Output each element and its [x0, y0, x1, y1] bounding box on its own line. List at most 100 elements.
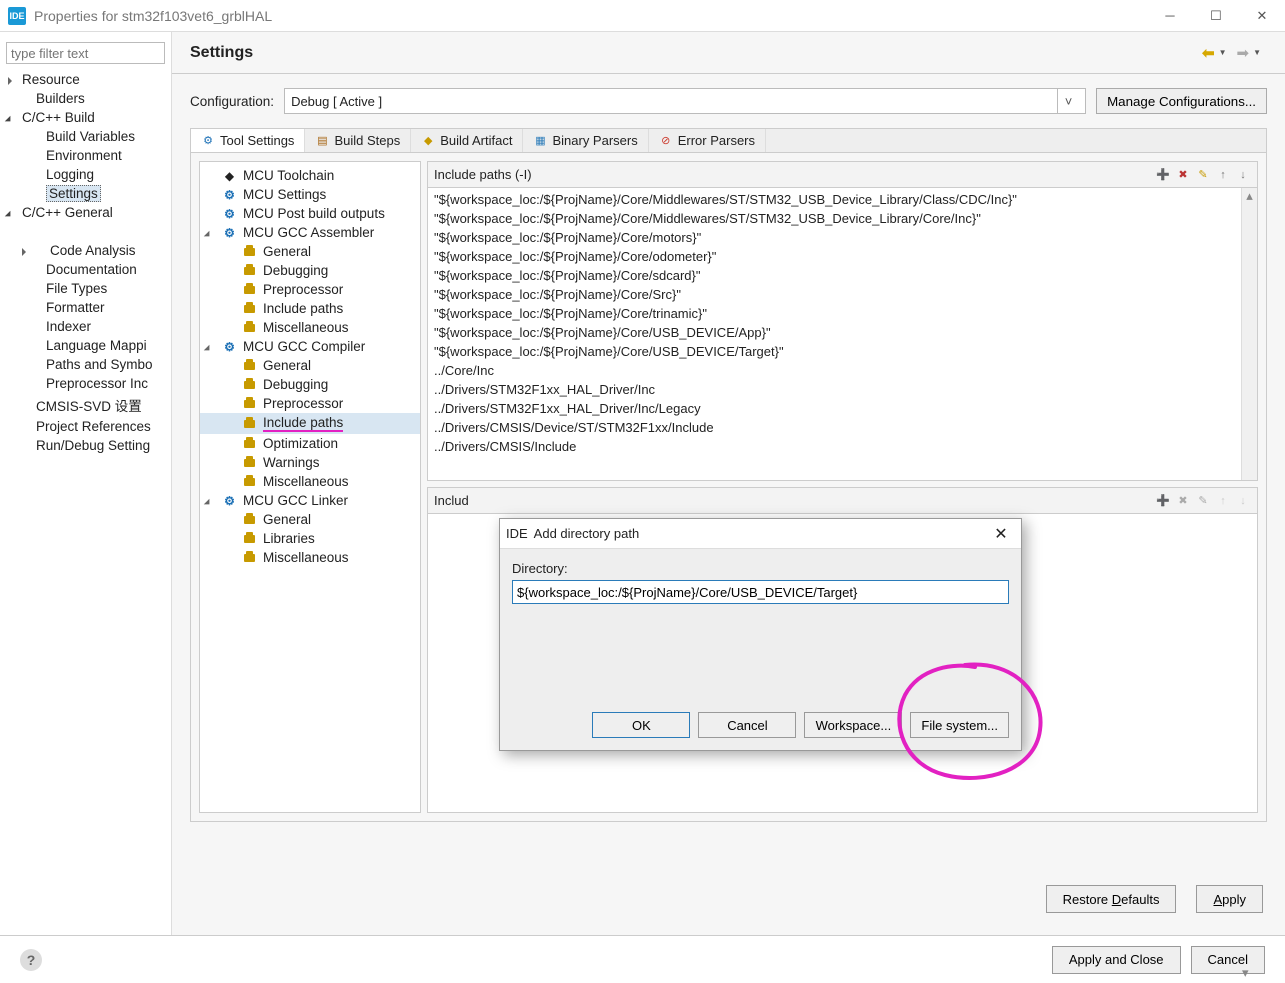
tree-comp-include-paths[interactable]: Include paths — [200, 413, 420, 434]
tree-gcc-assembler[interactable]: ⚙MCU GCC Assembler — [200, 223, 420, 242]
list-item[interactable]: "${workspace_loc:/${ProjName}/Core/odome… — [434, 247, 1235, 266]
include-files-title: Includ — [434, 493, 1155, 508]
tree-gcc-compiler[interactable]: ⚙MCU GCC Compiler — [200, 337, 420, 356]
tree-comp-general[interactable]: General — [200, 356, 420, 375]
nav-cc-general[interactable]: C/C++ General — [0, 203, 171, 222]
tree-link-misc[interactable]: Miscellaneous — [200, 548, 420, 567]
delete-icon[interactable]: ✖ — [1175, 167, 1191, 183]
list-item[interactable]: "${workspace_loc:/${ProjName}/Core/sdcar… — [434, 266, 1235, 285]
tab-error-parsers[interactable]: ⊘Error Parsers — [649, 129, 766, 152]
binary-icon: ▦ — [533, 134, 547, 148]
list-item[interactable]: "${workspace_loc:/${ProjName}/Core/Middl… — [434, 190, 1235, 209]
nav-forward-button[interactable]: ➡ — [1235, 44, 1252, 62]
include-paths-list[interactable]: "${workspace_loc:/${ProjName}/Core/Middl… — [428, 188, 1241, 480]
tree-mcu-post-build[interactable]: ⚙MCU Post build outputs — [200, 204, 420, 223]
apply-close-button[interactable]: Apply and Close — [1052, 946, 1181, 974]
filter-input[interactable] — [6, 42, 165, 64]
list-item[interactable]: "${workspace_loc:/${ProjName}/Core/trina… — [434, 304, 1235, 323]
tab-build-artifact[interactable]: ◆Build Artifact — [411, 129, 523, 152]
app-icon: IDE — [8, 7, 26, 25]
tree-mcu-settings[interactable]: ⚙MCU Settings — [200, 185, 420, 204]
tree-link-general[interactable]: General — [200, 510, 420, 529]
dialog-close-button[interactable]: ✕ — [981, 524, 1021, 544]
nav-settings[interactable]: Settings — [0, 184, 171, 203]
nav-resource[interactable]: Resource — [0, 70, 171, 89]
help-icon[interactable]: ? — [20, 949, 42, 971]
nav-indexer[interactable]: Indexer — [0, 317, 171, 336]
apply-button[interactable]: Apply — [1196, 885, 1263, 913]
window-titlebar: IDE Properties for stm32f103vet6_grblHAL… — [0, 0, 1285, 32]
nav-preprocessor-include[interactable]: Preprocessor Inc — [0, 374, 171, 393]
tree-asm-preprocessor[interactable]: Preprocessor — [200, 280, 420, 299]
configuration-select[interactable]: Debug [ Active ] ˅ — [284, 88, 1086, 114]
nav-environment[interactable]: Environment — [0, 146, 171, 165]
list-item[interactable]: ../Drivers/STM32F1xx_HAL_Driver/Inc/Lega… — [434, 399, 1235, 418]
cancel-button[interactable]: Cancel — [1191, 946, 1265, 974]
nav-cc-build[interactable]: C/C++ Build — [0, 108, 171, 127]
folder-icon — [244, 420, 255, 428]
close-button[interactable]: ✕ — [1239, 0, 1285, 32]
directory-input[interactable] — [512, 580, 1009, 604]
nav-formatter[interactable]: Formatter — [0, 298, 171, 317]
tree-asm-general[interactable]: General — [200, 242, 420, 261]
scrollbar[interactable]: ▴▾ — [1241, 188, 1257, 480]
tool-icon: ⚙ — [201, 134, 215, 148]
tree-comp-preprocessor[interactable]: Preprocessor — [200, 394, 420, 413]
dialog-workspace-button[interactable]: Workspace... — [804, 712, 902, 738]
tree-gcc-linker[interactable]: ⚙MCU GCC Linker — [200, 491, 420, 510]
edit-icon[interactable]: ✎ — [1195, 167, 1211, 183]
list-item[interactable]: ../Core/Inc — [434, 361, 1235, 380]
nav-paths-symbols[interactable]: Paths and Symbo — [0, 355, 171, 374]
tree-link-libraries[interactable]: Libraries — [200, 529, 420, 548]
nav-code-analysis[interactable]: Code Analysis — [0, 241, 171, 260]
list-item[interactable]: ../Drivers/CMSIS/Include — [434, 437, 1235, 456]
add-icon[interactable]: ➕ — [1155, 167, 1171, 183]
nav-back-button[interactable]: ⬅ — [1200, 44, 1217, 62]
list-item[interactable]: ../Drivers/STM32F1xx_HAL_Driver/Inc — [434, 380, 1235, 399]
tab-binary-parsers[interactable]: ▦Binary Parsers — [523, 129, 648, 152]
tab-build-steps[interactable]: ▤Build Steps — [305, 129, 411, 152]
tree-asm-debugging[interactable]: Debugging — [200, 261, 420, 280]
maximize-button[interactable]: ☐ — [1193, 0, 1239, 32]
tree-comp-optimization[interactable]: Optimization — [200, 434, 420, 453]
configuration-label: Configuration: — [190, 94, 274, 109]
dialog-cancel-button[interactable]: Cancel — [698, 712, 796, 738]
nav-builders[interactable]: Builders — [0, 89, 171, 108]
manage-configurations-button[interactable]: Manage Configurations... — [1096, 88, 1267, 114]
tree-asm-misc[interactable]: Miscellaneous — [200, 318, 420, 337]
dialog-filesystem-button[interactable]: File system... — [910, 712, 1009, 738]
nav-cmsis-svd[interactable]: CMSIS-SVD 设置 — [0, 393, 171, 417]
nav-documentation[interactable]: Documentation — [0, 260, 171, 279]
add-icon[interactable]: ➕ — [1155, 493, 1171, 509]
tree-comp-warnings[interactable]: Warnings — [200, 453, 420, 472]
list-item[interactable]: "${workspace_loc:/${ProjName}/Core/motor… — [434, 228, 1235, 247]
list-item[interactable]: ../Drivers/CMSIS/Device/ST/STM32F1xx/Inc… — [434, 418, 1235, 437]
tree-mcu-toolchain[interactable]: ◆MCU Toolchain — [200, 166, 420, 185]
nav-forward-dropdown[interactable]: ▼ — [1253, 48, 1261, 57]
tool-settings-tree[interactable]: ◆MCU Toolchain ⚙MCU Settings ⚙MCU Post b… — [199, 161, 421, 813]
artifact-icon: ◆ — [421, 134, 435, 148]
list-item[interactable]: "${workspace_loc:/${ProjName}/Core/Middl… — [434, 209, 1235, 228]
list-item[interactable]: "${workspace_loc:/${ProjName}/Core/USB_D… — [434, 323, 1235, 342]
nav-run-debug[interactable]: Run/Debug Setting — [0, 436, 171, 455]
add-directory-dialog: IDE Add directory path ✕ Directory: OK C… — [499, 518, 1022, 751]
nav-project-references[interactable]: Project References — [0, 417, 171, 436]
nav-language-mappings[interactable]: Language Mappi — [0, 336, 171, 355]
list-item[interactable]: "${workspace_loc:/${ProjName}/Core/USB_D… — [434, 342, 1235, 361]
nav-build-variables[interactable]: Build Variables — [0, 127, 171, 146]
restore-defaults-button[interactable]: Restore Defaults — [1046, 885, 1177, 913]
tree-comp-misc[interactable]: Miscellaneous — [200, 472, 420, 491]
directory-label: Directory: — [512, 561, 1009, 576]
nav-back-dropdown[interactable]: ▼ — [1219, 48, 1227, 57]
tree-asm-include-paths[interactable]: Include paths — [200, 299, 420, 318]
tree-comp-debugging[interactable]: Debugging — [200, 375, 420, 394]
nav-file-types[interactable]: File Types — [0, 279, 171, 298]
nav-panel: Resource Builders C/C++ Build Build Vari… — [0, 32, 172, 935]
list-item[interactable]: "${workspace_loc:/${ProjName}/Core/Src}" — [434, 285, 1235, 304]
move-up-icon[interactable]: ↑ — [1215, 167, 1231, 183]
minimize-button[interactable]: ─ — [1147, 0, 1193, 32]
tab-tool-settings[interactable]: ⚙Tool Settings — [191, 129, 305, 152]
dialog-ok-button[interactable]: OK — [592, 712, 690, 738]
move-down-icon[interactable]: ↓ — [1235, 167, 1251, 183]
nav-logging[interactable]: Logging — [0, 165, 171, 184]
